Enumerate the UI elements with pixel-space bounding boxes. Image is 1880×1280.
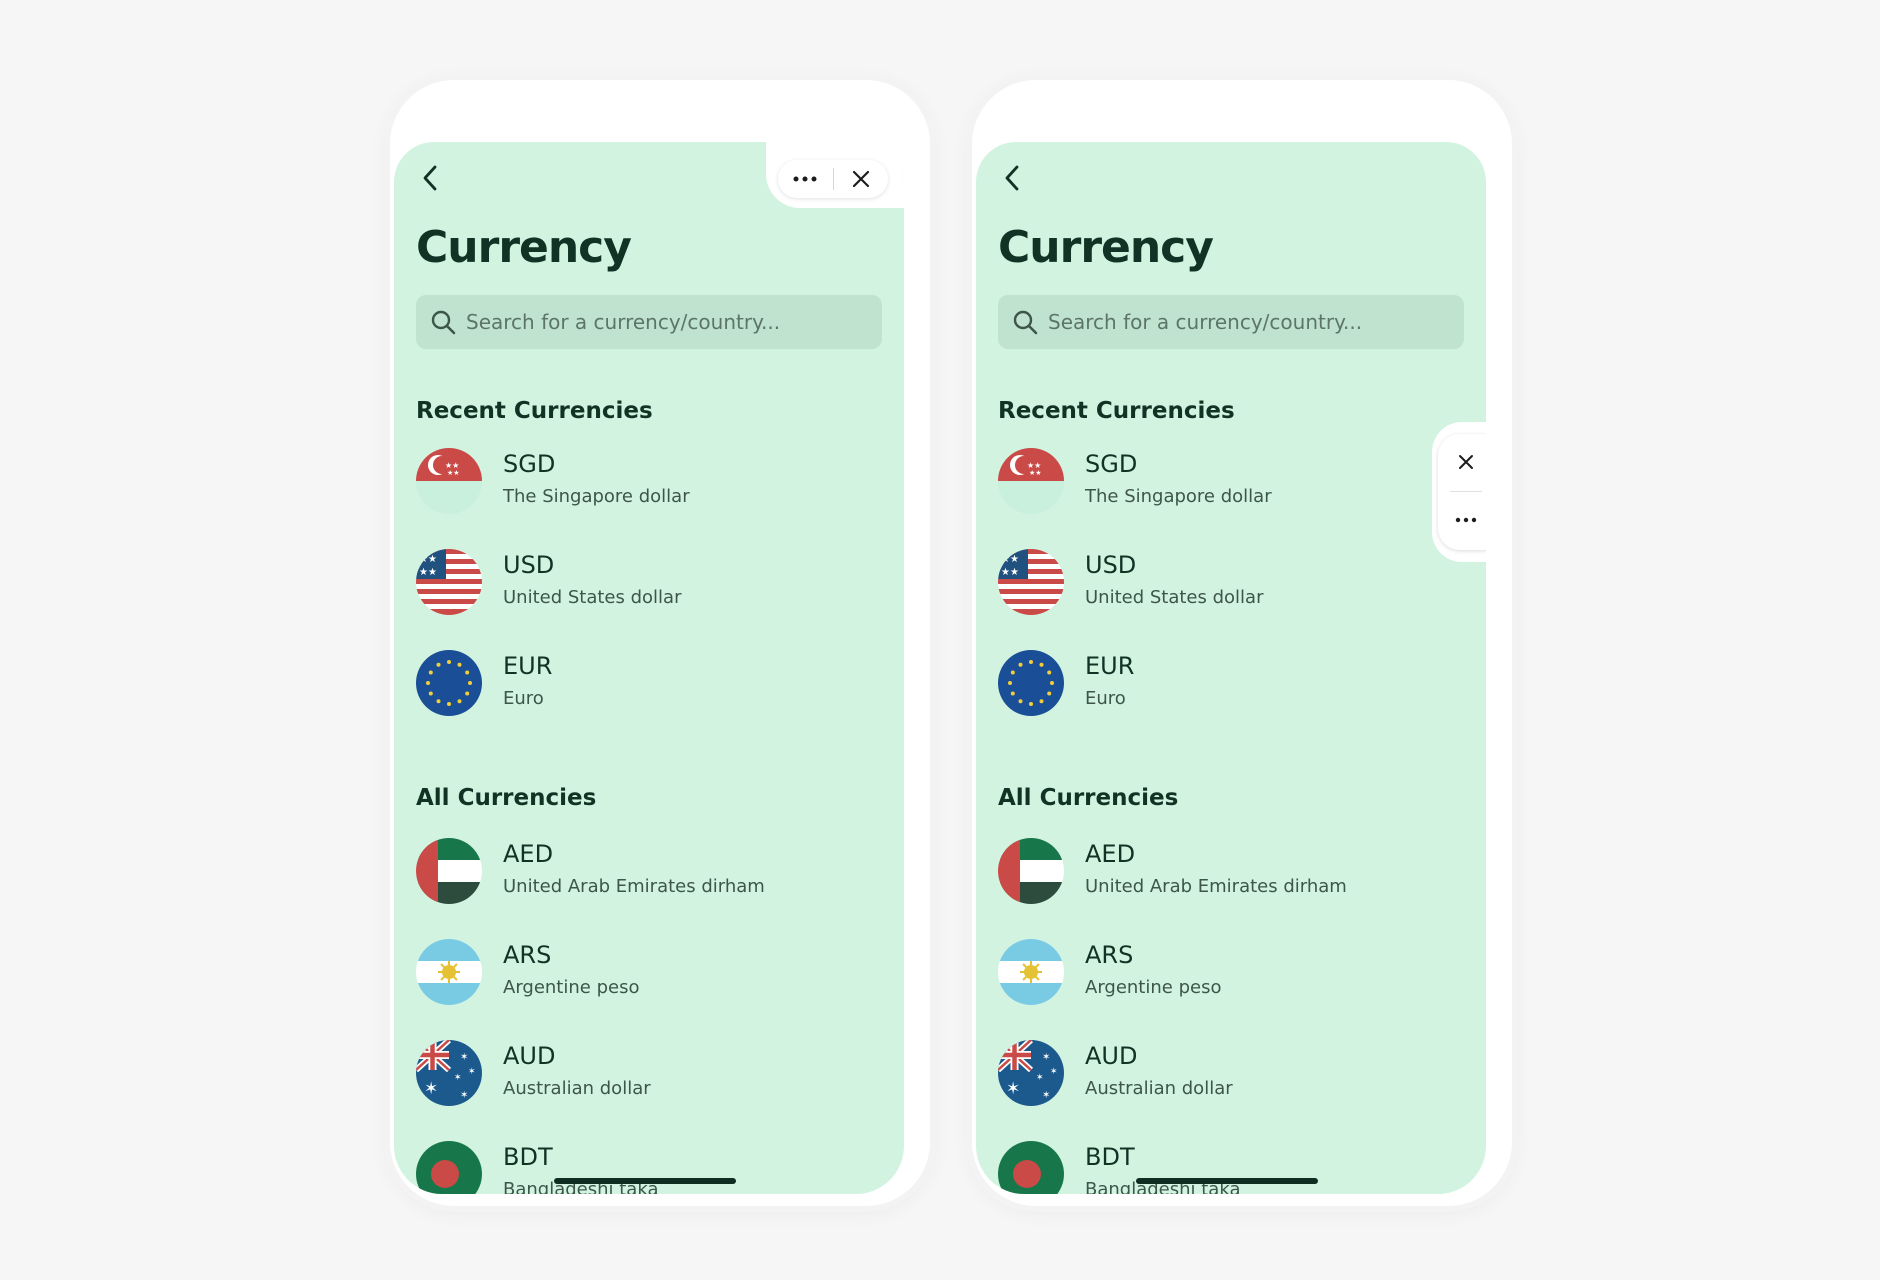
- currency-row-aed[interactable]: AED United Arab Emirates dirham: [416, 838, 882, 908]
- currency-code: SGD: [503, 450, 556, 478]
- bangladesh-flag-icon: [998, 1141, 1064, 1194]
- eu-flag-icon: [998, 650, 1064, 716]
- singapore-flag-icon: [998, 448, 1064, 514]
- currency-name: United Arab Emirates dirham: [1085, 876, 1347, 897]
- all-currencies-heading: All Currencies: [416, 785, 597, 811]
- currency-code: AUD: [1085, 1042, 1138, 1070]
- page-title: Currency: [998, 222, 1214, 273]
- currency-row-ars[interactable]: ARS Argentine peso: [416, 939, 882, 1009]
- usa-flag-icon: [998, 549, 1064, 615]
- argentina-flag-icon: [416, 939, 482, 1005]
- all-currencies-heading: All Currencies: [998, 785, 1179, 811]
- currency-name: Argentine peso: [1085, 977, 1222, 998]
- recent-currencies-heading: Recent Currencies: [998, 398, 1235, 424]
- currency-name: Euro: [1085, 688, 1126, 709]
- currency-name: The Singapore dollar: [503, 486, 690, 507]
- singapore-flag-icon: [416, 448, 482, 514]
- currency-screen: Currency Search for a currency/country..…: [394, 142, 904, 1194]
- currency-code: SGD: [1085, 450, 1138, 478]
- currency-row-ars[interactable]: ARS Argentine peso: [998, 939, 1464, 1009]
- currency-row-bdt[interactable]: BDT Bangladeshi taka: [998, 1141, 1464, 1194]
- australia-flag-icon: [998, 1040, 1064, 1106]
- currency-name: Australian dollar: [503, 1078, 651, 1099]
- australia-flag-icon: [416, 1040, 482, 1106]
- currency-name: United States dollar: [503, 587, 682, 608]
- home-indicator: [1136, 1178, 1318, 1184]
- search-icon: [430, 309, 456, 335]
- search-placeholder: Search for a currency/country...: [466, 310, 781, 334]
- usa-flag-icon: [416, 549, 482, 615]
- chevron-left-icon: [1005, 165, 1019, 191]
- more-dots-icon: [793, 176, 817, 182]
- search-icon: [1012, 309, 1038, 335]
- search-placeholder: Search for a currency/country...: [1048, 310, 1363, 334]
- currency-code: EUR: [503, 652, 553, 680]
- currency-name: Australian dollar: [1085, 1078, 1233, 1099]
- more-button[interactable]: [778, 160, 833, 198]
- search-input[interactable]: Search for a currency/country...: [416, 295, 882, 349]
- mini-program-capsule: [778, 160, 888, 198]
- recent-currencies-heading: Recent Currencies: [416, 398, 653, 424]
- currency-row-sgd[interactable]: SGD The Singapore dollar: [416, 448, 882, 518]
- phone-mockup-left: Currency Search for a currency/country..…: [390, 80, 930, 1206]
- currency-code: AED: [503, 840, 554, 868]
- uae-flag-icon: [416, 838, 482, 904]
- home-indicator: [554, 1178, 736, 1184]
- currency-name: Argentine peso: [503, 977, 640, 998]
- search-input[interactable]: Search for a currency/country...: [998, 295, 1464, 349]
- currency-row-usd[interactable]: USD United States dollar: [998, 549, 1464, 619]
- currency-code: BDT: [503, 1143, 553, 1171]
- eu-flag-icon: [416, 650, 482, 716]
- currency-row-sgd[interactable]: SGD The Singapore dollar: [998, 448, 1464, 518]
- chevron-left-icon: [423, 165, 437, 191]
- currency-row-usd[interactable]: USD United States dollar: [416, 549, 882, 619]
- currency-name: The Singapore dollar: [1085, 486, 1272, 507]
- currency-code: AUD: [503, 1042, 556, 1070]
- currency-name: United States dollar: [1085, 587, 1264, 608]
- currency-row-aud[interactable]: AUD Australian dollar: [998, 1040, 1464, 1110]
- currency-row-bdt[interactable]: BDT Bangladeshi taka: [416, 1141, 882, 1194]
- currency-name: Euro: [503, 688, 544, 709]
- back-button[interactable]: [414, 162, 446, 194]
- page-title: Currency: [416, 222, 632, 273]
- close-button[interactable]: [834, 160, 889, 198]
- currency-code: USD: [503, 551, 555, 579]
- argentina-flag-icon: [998, 939, 1064, 1005]
- currency-code: USD: [1085, 551, 1137, 579]
- bangladesh-flag-icon: [416, 1141, 482, 1194]
- phone-mockup-right: Currency Search for a currency/country..…: [972, 80, 1512, 1206]
- uae-flag-icon: [998, 838, 1064, 904]
- currency-code: ARS: [1085, 941, 1134, 969]
- back-button[interactable]: [996, 162, 1028, 194]
- currency-name: United Arab Emirates dirham: [503, 876, 765, 897]
- currency-row-eur[interactable]: EUR Euro: [416, 650, 882, 720]
- currency-code: ARS: [503, 941, 552, 969]
- currency-row-eur[interactable]: EUR Euro: [998, 650, 1464, 720]
- currency-row-aud[interactable]: AUD Australian dollar: [416, 1040, 882, 1110]
- currency-code: AED: [1085, 840, 1136, 868]
- currency-screen: Currency Search for a currency/country..…: [976, 142, 1486, 1194]
- currency-code: BDT: [1085, 1143, 1135, 1171]
- close-icon: [852, 170, 869, 188]
- currency-row-aed[interactable]: AED United Arab Emirates dirham: [998, 838, 1464, 908]
- currency-code: EUR: [1085, 652, 1135, 680]
